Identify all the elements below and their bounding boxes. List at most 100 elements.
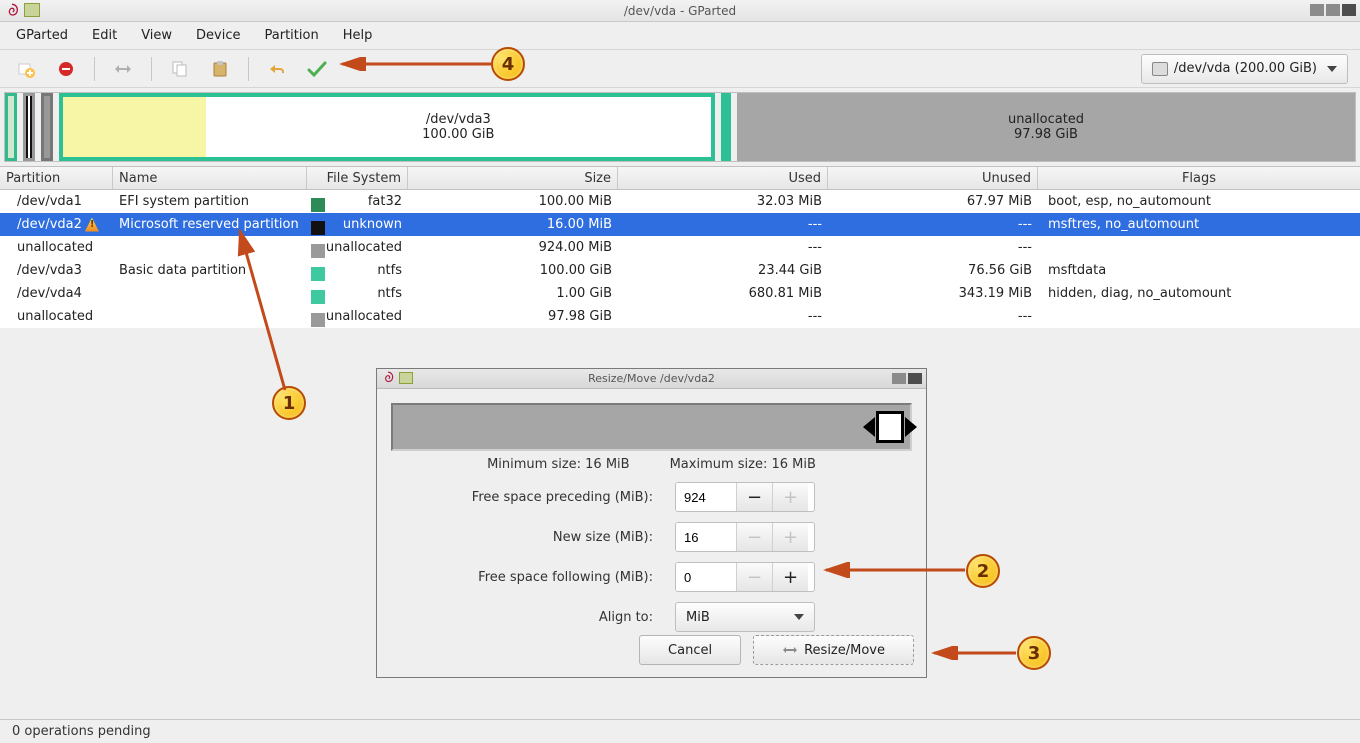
table-row[interactable]: /dev/vda1 EFI system partition fat32 100…	[0, 190, 1360, 213]
graphic-vda1[interactable]	[5, 93, 17, 161]
resize-slider[interactable]	[391, 403, 912, 451]
table-row[interactable]: /dev/vda4 ntfs 1.00 GiB 680.81 MiB 343.1…	[0, 282, 1360, 305]
following-plus-button[interactable]: +	[772, 563, 808, 591]
dialog-close-button[interactable]	[908, 373, 922, 384]
resize-move-button[interactable]	[105, 55, 141, 83]
cell-fs: unallocated	[307, 240, 408, 255]
newsize-plus-button[interactable]: +	[772, 523, 808, 551]
close-button[interactable]	[1342, 4, 1356, 16]
input-following[interactable]	[676, 563, 736, 591]
cell-fs: fat32	[307, 194, 408, 209]
graphic-vda3[interactable]: /dev/vda3 100.00 GiB	[59, 93, 715, 161]
annotation-arrow-3	[928, 646, 1020, 660]
cell-partition: unallocated	[0, 240, 113, 255]
cancel-label: Cancel	[668, 643, 712, 658]
col-name[interactable]: Name	[113, 167, 307, 189]
cell-unused: 343.19 MiB	[828, 286, 1038, 301]
delete-partition-button[interactable]	[48, 55, 84, 83]
graphic-unallocated[interactable]: unallocated 97.98 GiB	[737, 93, 1355, 161]
cell-used: 32.03 MiB	[618, 194, 828, 209]
col-unused[interactable]: Unused	[828, 167, 1038, 189]
paste-button[interactable]	[202, 55, 238, 83]
spin-newsize[interactable]: − +	[675, 522, 815, 552]
menu-edit[interactable]: Edit	[82, 24, 127, 47]
gparted-app-icon	[399, 372, 413, 384]
label-align: Align to:	[391, 610, 671, 625]
newsize-minus-button[interactable]: −	[736, 523, 772, 551]
graphic-main-size: 100.00 GiB	[422, 127, 494, 142]
table-row[interactable]: /dev/vda2 Microsoft reserved partition u…	[0, 213, 1360, 236]
maximize-button[interactable]	[1326, 4, 1340, 16]
device-selector[interactable]: /dev/vda (200.00 GiB)	[1141, 54, 1348, 84]
resize-label: Resize/Move	[804, 643, 885, 658]
graphic-vda2[interactable]	[23, 93, 35, 161]
input-preceding[interactable]	[676, 483, 736, 511]
graphic-gap	[721, 93, 731, 161]
fs-swatch-icon	[311, 313, 325, 327]
graphic-vda3-used	[63, 97, 206, 157]
toolbar-separator	[151, 57, 152, 81]
resize-move-button[interactable]: Resize/Move	[753, 635, 914, 665]
annotation-badge-4: 4	[491, 47, 525, 81]
debian-swirl-icon	[4, 3, 20, 19]
status-text: 0 operations pending	[12, 724, 151, 739]
warning-icon	[85, 218, 99, 232]
cell-unused: ---	[828, 217, 1038, 232]
menu-help[interactable]: Help	[333, 24, 383, 47]
copy-button[interactable]	[162, 55, 198, 83]
table-row[interactable]: /dev/vda3 Basic data partition ntfs 100.…	[0, 259, 1360, 282]
cancel-button[interactable]: Cancel	[639, 635, 741, 665]
col-used[interactable]: Used	[618, 167, 828, 189]
cell-used: 680.81 MiB	[618, 286, 828, 301]
apply-button[interactable]	[299, 55, 335, 83]
input-newsize[interactable]	[676, 523, 736, 551]
partition-graphic: /dev/vda3 100.00 GiB unallocated 97.98 G…	[4, 92, 1356, 162]
graphic-unalloc-size: 97.98 GiB	[1014, 127, 1078, 142]
cell-flags: msftres, no_automount	[1038, 217, 1360, 232]
menu-view[interactable]: View	[131, 24, 182, 47]
graphic-vda3-free: /dev/vda3 100.00 GiB	[206, 97, 711, 157]
resize-handle[interactable]	[876, 411, 904, 443]
disk-icon	[1152, 62, 1168, 76]
window-titlebar: /dev/vda - GParted	[0, 0, 1360, 22]
cell-partition: /dev/vda3	[0, 263, 113, 278]
minimize-button[interactable]	[1310, 4, 1324, 16]
cell-used: ---	[618, 240, 828, 255]
preceding-minus-button[interactable]: −	[736, 483, 772, 511]
col-flags[interactable]: Flags	[1038, 167, 1360, 189]
spin-following[interactable]: − +	[675, 562, 815, 592]
menu-gparted[interactable]: GParted	[6, 24, 78, 47]
menu-device[interactable]: Device	[186, 24, 250, 47]
graphic-main-label: /dev/vda3	[426, 112, 491, 127]
table-row[interactable]: unallocated unallocated 924.00 MiB --- -…	[0, 236, 1360, 259]
cell-fs: ntfs	[307, 286, 408, 301]
menubar: GParted Edit View Device Partition Help	[0, 22, 1360, 50]
table-row[interactable]: unallocated unallocated 97.98 GiB --- --…	[0, 305, 1360, 328]
align-combo[interactable]: MiB	[675, 602, 815, 632]
cell-used: ---	[618, 217, 828, 232]
chevron-down-icon	[794, 614, 804, 620]
col-partition[interactable]: Partition	[0, 167, 113, 189]
graphic-vda4-tiny[interactable]	[41, 93, 53, 161]
preceding-plus-button[interactable]: +	[772, 483, 808, 511]
fs-swatch-icon	[311, 244, 325, 258]
debian-swirl-icon	[381, 371, 395, 385]
window-buttons	[1310, 4, 1356, 16]
new-partition-button[interactable]	[8, 55, 44, 83]
undo-button[interactable]	[259, 55, 295, 83]
toolbar: /dev/vda (200.00 GiB)	[0, 50, 1360, 88]
cell-size: 924.00 MiB	[408, 240, 618, 255]
cell-size: 100.00 GiB	[408, 263, 618, 278]
dialog-buttons: Cancel Resize/Move	[639, 635, 914, 665]
fs-swatch-icon	[311, 198, 325, 212]
following-minus-button[interactable]: −	[736, 563, 772, 591]
dialog-max-button[interactable]	[892, 373, 906, 384]
spin-preceding[interactable]: − +	[675, 482, 815, 512]
label-newsize: New size (MiB):	[391, 530, 671, 545]
menu-partition[interactable]: Partition	[255, 24, 329, 47]
label-following: Free space following (MiB):	[391, 570, 671, 585]
cell-partition: /dev/vda1	[0, 194, 113, 209]
col-fs[interactable]: File System	[307, 167, 408, 189]
col-size[interactable]: Size	[408, 167, 618, 189]
resize-dialog: Resize/Move /dev/vda2 Minimum size: 16 M…	[376, 368, 927, 678]
